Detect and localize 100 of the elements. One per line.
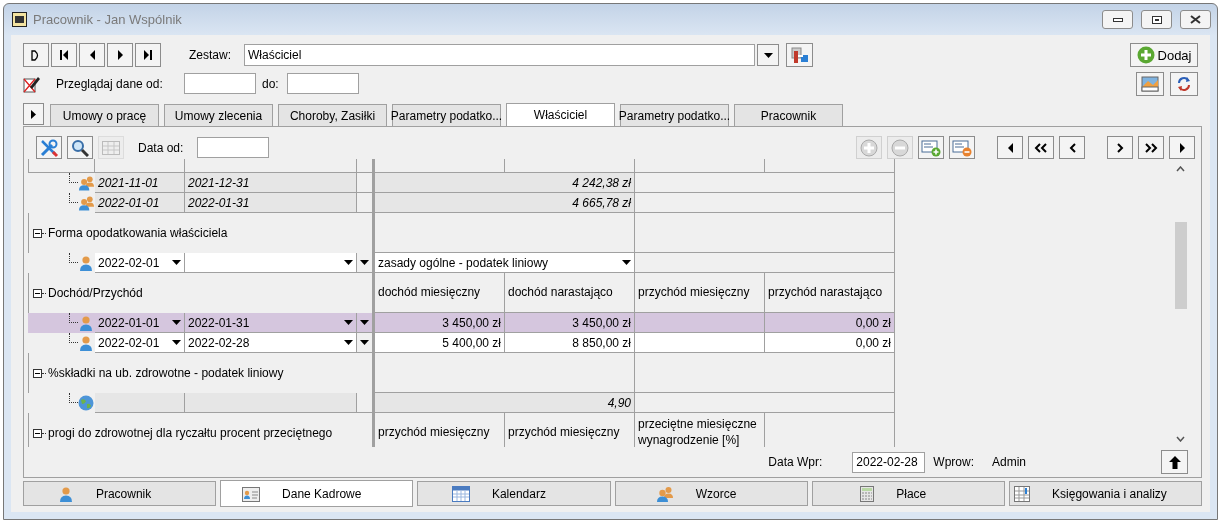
date-dropdown[interactable]: 2022-02-28	[185, 333, 357, 353]
tab[interactable]: Właściciel	[506, 103, 615, 126]
tab[interactable]: Umowy o pracę	[50, 104, 159, 126]
add-button[interactable]: Dodaj	[1130, 43, 1198, 67]
tab[interactable]: Kalendarz	[417, 481, 611, 506]
tab[interactable]: Pracownik	[734, 104, 843, 126]
first-page-button[interactable]	[1028, 136, 1054, 159]
column-label: przychód miesięczny	[375, 413, 505, 447]
collapse-icon[interactable]	[33, 288, 42, 298]
collapse-icon[interactable]	[33, 428, 42, 438]
dropdown-field[interactable]: zasady ogólne - podatek liniowy	[375, 253, 635, 273]
up-arrow-icon	[1168, 455, 1181, 469]
person-icon	[57, 485, 74, 502]
play-outline-icon	[31, 49, 41, 61]
input-cell[interactable]: 3 450,00 zł	[375, 313, 505, 333]
tab[interactable]: Umowy zlecenia	[164, 104, 273, 126]
date-to-field[interactable]	[286, 73, 359, 94]
scroll-thumb[interactable]	[1174, 222, 1187, 309]
tab[interactable]: Parametry podatko...	[620, 104, 729, 126]
next-page-button[interactable]	[1107, 136, 1133, 159]
tools-button[interactable]	[36, 136, 62, 159]
close-button[interactable]	[1180, 10, 1211, 29]
next-icon	[1179, 142, 1185, 153]
tab[interactable]: Choroby, Zasiłki	[278, 104, 387, 126]
tab[interactable]: Dane Kadrowe	[220, 480, 414, 507]
date-dropdown[interactable]: 2022-02-01	[95, 253, 185, 273]
date-from-field[interactable]	[184, 73, 256, 94]
date-dropdown[interactable]: 2022-02-01	[95, 333, 185, 353]
scroll-up-icon	[1176, 166, 1185, 172]
group-label: %składki na ub. zdrowotne - podatek liniowy	[48, 366, 284, 380]
collapse-icon[interactable]	[33, 228, 42, 238]
entry-date-field[interactable]: 2022-02-28	[852, 451, 926, 473]
calculator-icon	[860, 485, 875, 502]
refresh-button[interactable]	[1170, 71, 1198, 96]
previous-icon	[1007, 142, 1013, 153]
up-button[interactable]	[1161, 450, 1188, 474]
date-dropdown[interactable]: 2022-01-01	[95, 313, 185, 333]
date-dropdown[interactable]: 2022-01-31	[185, 313, 357, 333]
close-icon	[1190, 15, 1201, 24]
calendar-icon	[451, 485, 470, 502]
entered-by-value: Admin	[992, 455, 1026, 469]
previous-button[interactable]	[997, 136, 1023, 159]
input-cell[interactable]: 0,00 zł	[765, 333, 895, 353]
input-cell[interactable]: 0,00 zł	[765, 313, 895, 333]
tab[interactable]: Wzorce	[614, 481, 808, 506]
app-icon	[12, 12, 27, 27]
person-icon	[78, 335, 94, 351]
input-cell[interactable]: 5 400,00 zł	[375, 333, 505, 353]
previous-record-button[interactable]	[79, 43, 105, 67]
next-record-button[interactable]	[107, 43, 133, 67]
input-cell[interactable]	[635, 313, 765, 333]
tab[interactable]: Płace	[811, 481, 1005, 506]
ledger-icon	[1014, 485, 1031, 502]
first-record-button[interactable]	[51, 43, 77, 67]
maximize-button[interactable]	[1141, 10, 1172, 29]
input-cell[interactable]	[635, 333, 765, 353]
people-icon	[655, 485, 674, 502]
table-cell: 2022-01-31	[185, 193, 357, 213]
date-from-field[interactable]	[197, 137, 270, 158]
collapse-icon[interactable]	[33, 368, 42, 378]
table-cell: 4 242,38 zł	[375, 173, 635, 193]
previous-page-button[interactable]	[1059, 136, 1085, 159]
table-icon	[102, 140, 120, 155]
table-cell: 2022-01-01	[95, 193, 185, 213]
tab[interactable]: Księgowania i analizy	[1008, 481, 1203, 506]
last-record-button[interactable]	[135, 43, 161, 67]
set-field[interactable]: Właściciel	[244, 44, 755, 66]
date-to-label: do:	[262, 76, 279, 91]
caret-icon	[622, 260, 631, 265]
new-record-button[interactable]	[23, 43, 49, 67]
last-page-button[interactable]	[1138, 136, 1164, 159]
edit-icon	[23, 74, 40, 93]
search-button[interactable]	[67, 136, 93, 159]
table-cell: 4,90	[375, 393, 635, 413]
entry-date-label: Data Wpr:	[768, 455, 823, 469]
export-button[interactable]	[786, 43, 813, 67]
input-cell[interactable]: 8 850,00 zł	[505, 333, 635, 353]
selected-row[interactable]: 2022-01-01 2022-01-31 3 450,00 zł 3 450,00 zł 0,00 zł	[28, 313, 895, 333]
previous-icon	[89, 50, 95, 60]
tab[interactable]: Parametry podatko...	[392, 104, 501, 126]
picture-button[interactable]	[1136, 71, 1164, 96]
next-icon	[31, 109, 36, 119]
next-button[interactable]	[1169, 136, 1195, 159]
caret-icon	[172, 320, 181, 325]
double-chevron-right-icon	[1144, 142, 1158, 153]
dropdown-button[interactable]	[757, 44, 779, 66]
person-icon	[78, 315, 94, 331]
group-label: Dochód/Przychód	[48, 286, 143, 300]
browse-from-label: Przeglądaj dane od:	[56, 76, 164, 91]
input-cell[interactable]: 3 450,00 zł	[505, 313, 635, 333]
minus-circle-icon	[891, 138, 909, 157]
refresh-icon	[1176, 75, 1192, 92]
minimize-button[interactable]	[1102, 10, 1133, 29]
scroll-down-icon	[1176, 436, 1185, 442]
person-icon	[78, 255, 94, 271]
plus-circle-icon	[1136, 46, 1155, 64]
tab[interactable]: Pracownik	[23, 481, 217, 506]
remove-card-button[interactable]	[949, 136, 975, 159]
scroll-tabs-button[interactable]	[23, 103, 44, 125]
add-card-button[interactable]	[918, 136, 944, 159]
